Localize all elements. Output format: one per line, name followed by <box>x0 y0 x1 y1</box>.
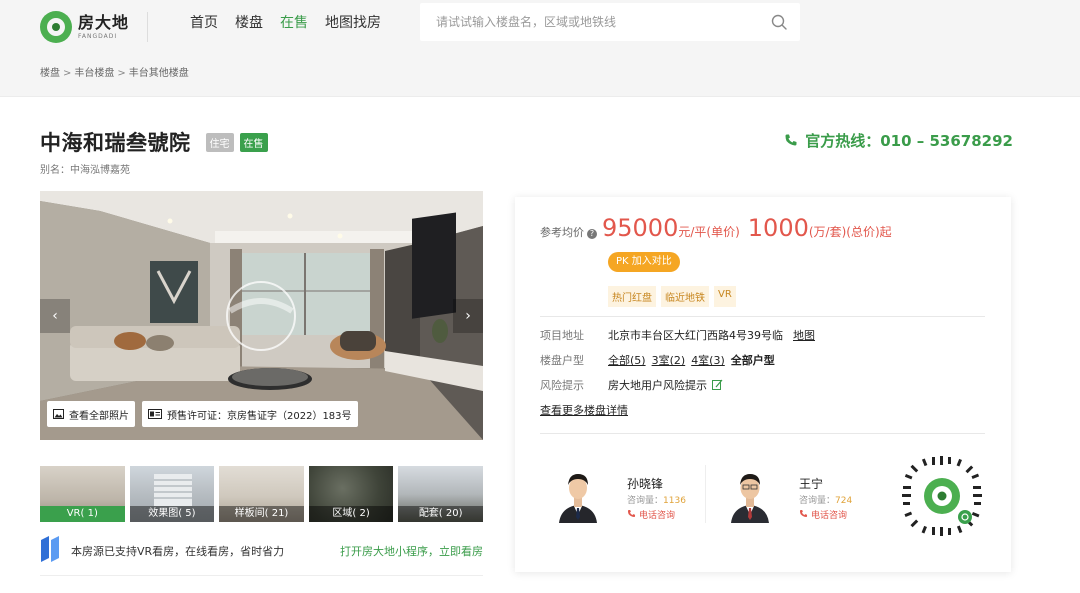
thumb-facilities[interactable]: 配套( 20) <box>398 466 483 522</box>
search-icon[interactable] <box>771 14 787 30</box>
risk-label: 风险提示 <box>540 379 584 392</box>
layout-link-4room[interactable]: 4室(3) <box>691 352 725 368</box>
thumb-label: 区域( 2) <box>308 506 394 522</box>
layout-link-all[interactable]: 全部(5) <box>608 352 646 368</box>
total-price-unit: (万/套)(总价)起 <box>808 225 892 239</box>
thumb-vr[interactable]: VR( 1) <box>40 466 125 522</box>
agent-consult-count: 咨询量：1136 <box>627 496 686 506</box>
nav-item-projects[interactable]: 楼盘 <box>235 12 263 32</box>
property-type-badge: 住宅 <box>205 132 234 152</box>
thumb-model-room[interactable]: 样板间( 21) <box>219 466 304 522</box>
search-input[interactable] <box>436 3 756 41</box>
vr-notice-text: 本房源已支持VR看房，在线看房，省时省力 <box>71 545 285 558</box>
thumb-area[interactable]: 区域( 2) <box>308 466 394 522</box>
more-details-link[interactable]: 查看更多楼盘详情 <box>540 402 628 418</box>
agent-card: 孙晓锋 咨询量：1136 电话咨询 <box>555 465 725 525</box>
agent-name: 王宁 <box>799 477 824 491</box>
agent-name: 孙晓锋 <box>627 477 664 491</box>
risk-value[interactable]: 房大地用户风险提示 <box>608 377 707 393</box>
price-label: 参考均价 <box>540 226 584 239</box>
page-title: 中海和瑞叁號院 <box>40 131 191 155</box>
breadcrumb: 楼盘 > 丰台楼盘 > 丰台其他楼盘 <box>40 64 189 79</box>
open-mini-program-link[interactable]: 打开房大地小程序，立即看房 <box>340 543 483 559</box>
presale-permit-text: 预售许可证：京房售证字（2022）183号 <box>167 410 352 422</box>
layout-link-3room[interactable]: 3室(2) <box>652 352 686 368</box>
view-all-photos-label: 查看全部照片 <box>69 410 129 422</box>
breadcrumb-separator: > <box>63 68 72 79</box>
address-label: 项目地址 <box>540 329 584 342</box>
breadcrumb-item[interactable]: 丰台楼盘 <box>74 68 114 79</box>
layout-label: 楼盘户型 <box>540 354 584 367</box>
nav-item-home[interactable]: 首页 <box>190 12 218 32</box>
logo-subtitle: FANGDADI <box>78 32 118 40</box>
risk-row: 风险提示 房大地用户风险提示 <box>540 377 723 393</box>
agent-consult-count: 咨询量：724 <box>799 496 853 506</box>
agent-card: 王宁 咨询量：724 电话咨询 <box>727 465 897 525</box>
breadcrumb-item[interactable]: 楼盘 <box>40 68 60 79</box>
feature-tags: 热门红盘 临近地铁 VR <box>608 286 736 307</box>
hotline[interactable]: 官方热线：010 – 53678292 <box>784 129 1013 151</box>
breadcrumb-item[interactable]: 丰台其他楼盘 <box>129 68 189 79</box>
layout-row: 楼盘户型 全部(5) 3室(2) 4室(3) 全部户型 <box>540 352 775 368</box>
gallery-prev-button[interactable]: ‹ <box>40 299 70 333</box>
unit-price: 95000 <box>602 214 679 242</box>
top-header: 房大地 FANGDADI 首页 楼盘 在售 地图找房 楼盘>丰台楼盘>丰台其他楼… <box>0 0 1080 97</box>
nav-item-map-search[interactable]: 地图找房 <box>325 12 381 32</box>
thumbnail-strip: VR( 1) 效果图( 5) 样板间( 21) 区域( 2) 配套( 20) <box>40 466 483 522</box>
divider <box>540 316 985 317</box>
unit-price-unit: 元/平(单价) <box>678 225 740 239</box>
phone-consult-button[interactable]: 电话咨询 <box>799 508 847 521</box>
hotline-text: 官方热线：010 – 53678292 <box>805 131 1013 150</box>
agent-divider <box>705 465 706 523</box>
price-row: 参考均价 ? 95000 元/平(单价) 1000 (万/套)(总价)起 <box>540 214 900 244</box>
edit-icon[interactable] <box>712 379 723 390</box>
thumb-label: VR( 1) <box>40 506 125 522</box>
nav-item-on-sale[interactable]: 在售 <box>280 12 308 32</box>
thumb-label: 效果图( 5) <box>129 506 215 522</box>
vr-notice: 本房源已支持VR看房，在线看房，省时省力 打开房大地小程序，立即看房 <box>40 536 483 576</box>
building-graphic <box>153 474 192 506</box>
feature-tag: VR <box>714 286 736 307</box>
id-card-icon <box>148 409 162 419</box>
help-icon[interactable]: ? <box>587 229 597 239</box>
logo-divider <box>147 12 148 42</box>
thumb-renderings[interactable]: 效果图( 5) <box>129 466 215 522</box>
feature-tag: 临近地铁 <box>661 286 709 307</box>
total-price: 1000 <box>747 214 809 242</box>
view-all-photos-button[interactable]: 查看全部照片 <box>47 401 135 427</box>
status-badge: 在售 <box>239 132 268 152</box>
avatar[interactable] <box>727 465 773 523</box>
search-box <box>420 3 800 41</box>
gallery-next-button[interactable]: › <box>453 299 483 333</box>
title-row: 中海和瑞叁號院 住宅 在售 <box>40 127 268 157</box>
photo-gallery[interactable]: ‹ › 查看全部照片 预售许可证：京房售证字（2022）183号 <box>40 191 483 440</box>
logo[interactable]: 房大地 FANGDADI <box>40 10 130 44</box>
phone-consult-button[interactable]: 电话咨询 <box>627 508 675 521</box>
main-nav: 首页 楼盘 在售 地图找房 <box>190 12 398 32</box>
divider <box>540 433 985 434</box>
map-link[interactable]: 地图 <box>793 327 815 343</box>
all-layouts-link[interactable]: 全部户型 <box>731 352 775 368</box>
logo-icon <box>40 11 72 43</box>
address-row: 项目地址 北京市丰台区大红门西路4号39号临 地图 <box>540 327 815 343</box>
image-icon <box>53 409 64 419</box>
breadcrumb-separator: > <box>117 68 126 79</box>
logo-name: 房大地 <box>78 12 130 32</box>
phone-icon <box>785 134 797 146</box>
vr-icon <box>41 536 59 562</box>
phone-icon <box>627 509 636 518</box>
project-alias: 别名：中海泓博嘉苑 <box>40 165 130 176</box>
avatar[interactable] <box>555 465 601 523</box>
address-value: 北京市丰台区大红门西路4号39号临 <box>608 329 783 342</box>
add-to-compare-button[interactable]: PK 加入对比 <box>608 252 680 272</box>
feature-tag: 热门红盘 <box>608 286 656 307</box>
presale-permit: 预售许可证：京房售证字（2022）183号 <box>142 401 358 427</box>
thumb-label: 样板间( 21) <box>219 506 304 522</box>
project-info-card: 参考均价 ? 95000 元/平(单价) 1000 (万/套)(总价)起 PK … <box>515 197 1011 572</box>
thumb-label: 配套( 20) <box>398 506 483 522</box>
mini-program-code-icon <box>901 455 983 537</box>
phone-icon <box>799 509 808 518</box>
